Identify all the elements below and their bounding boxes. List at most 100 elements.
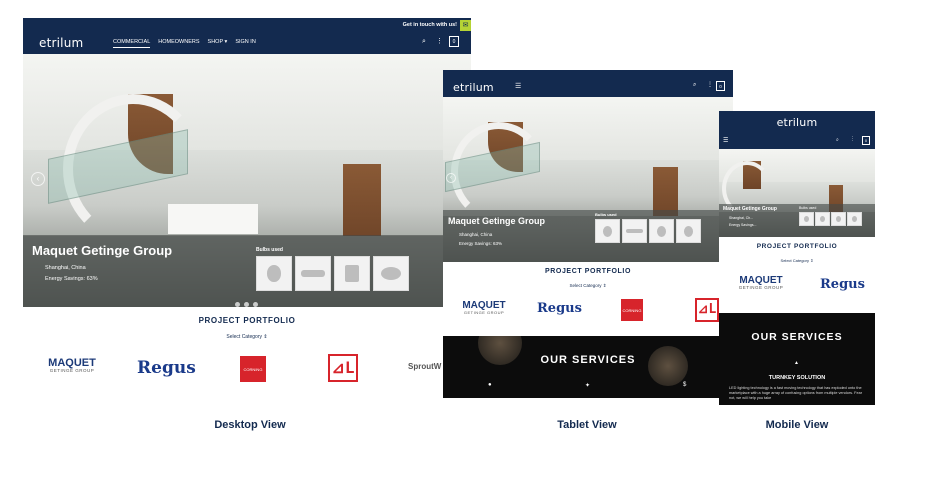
select-label: Select Category [226, 334, 262, 340]
search-icon[interactable]: ⌕ [693, 82, 696, 89]
mobile-hero: Maquet Getinge Group Shanghai, Ch... Ene… [719, 149, 875, 237]
cart-count: 0 [452, 38, 456, 45]
carousel-dots[interactable] [788, 233, 804, 237]
service-icon-3: $ [683, 382, 687, 388]
client-logo-al[interactable]: ⊿L [328, 354, 358, 382]
desktop-contact-text[interactable]: Get in touch with us! [403, 22, 460, 28]
bulb-thumb-1[interactable] [595, 219, 620, 243]
cart-icon[interactable]: 0 [862, 136, 870, 145]
project-title: Maquet Getinge Group [32, 243, 173, 258]
project-savings: Energy Savings: 63% [459, 241, 503, 246]
desktop-logo[interactable]: etrilum [39, 36, 83, 50]
service-icon-2: ✦ [585, 383, 591, 389]
project-savings: Energy Savings: 63% [45, 276, 98, 282]
project-overlay: Maquet Getinge Group Shanghai, China Ene… [443, 210, 733, 262]
hero-prev-arrow[interactable]: ‹ [446, 173, 456, 183]
tablet-hero: ‹ Maquet Getinge Group Shanghai, China E… [443, 97, 733, 262]
tablet-services-section: OUR SERVICES ● ✦ $ [443, 336, 733, 398]
hero-prev-arrow[interactable]: ‹ [31, 172, 45, 186]
tablet-category-select[interactable]: Select Category ⇕ [443, 283, 733, 289]
carousel-dots[interactable] [233, 294, 260, 307]
tablet-view: etrilum ☰ ⌕ ⋮ 0 ‹ Maquet Getinge Group S… [443, 70, 733, 398]
project-title: Maquet Getinge Group [448, 216, 546, 226]
client-logo-maquet[interactable]: MAQUET GETINGE GROUP [459, 301, 509, 315]
menu-icon[interactable]: ☰ [515, 82, 521, 90]
service-text: LED lighting technology is a fast moving… [729, 386, 862, 400]
mobile-logo[interactable]: etrilum [719, 116, 875, 129]
mobile-services-section: OUR SERVICES ▲ TURNKEY SOLUTION LED ligh… [719, 313, 875, 405]
desktop-navbar: Get in touch with us! ✉ etrilum COMMERCI… [23, 18, 471, 54]
service-heading: TURNKEY SOLUTION [768, 375, 826, 381]
bulb-thumb-2[interactable] [295, 256, 331, 291]
bulb-thumb-3[interactable] [334, 256, 370, 291]
client-logo-regus[interactable]: Regus [137, 358, 196, 378]
client-logo-maquet[interactable]: MAQUET GETINGE GROUP [733, 276, 789, 291]
tablet-caption: Tablet View [557, 419, 617, 431]
bulb-thumb-4[interactable] [373, 256, 409, 291]
desktop-hero: ‹ Maquet Getinge Group Shanghai, China E… [23, 54, 471, 307]
chevron-updown-icon: ⇕ [261, 334, 268, 340]
bulb-thumb-2[interactable] [815, 212, 830, 226]
tablet-logo[interactable]: etrilum [453, 81, 494, 94]
project-overlay: Maquet Getinge Group Shanghai, China Ene… [23, 235, 471, 307]
bulb-thumb-2[interactable] [622, 219, 647, 243]
service-icon: ▲ [794, 360, 799, 366]
cart-icon[interactable]: 0 [716, 81, 725, 91]
nav-shop[interactable]: SHOP ▾ [208, 39, 228, 48]
client-logo-corning[interactable]: CORNING [240, 356, 266, 382]
chevron-updown-icon: ⇕ [809, 258, 814, 263]
select-label: Select Category [780, 258, 809, 263]
project-savings: Energy Savings... [729, 223, 757, 227]
nav-homeowners[interactable]: HOMEOWNERS [158, 39, 199, 48]
bulb-thumb-4[interactable] [676, 219, 701, 243]
desktop-view: Get in touch with us! ✉ etrilum COMMERCI… [23, 18, 471, 400]
bulb-thumb-1[interactable] [799, 212, 814, 226]
client-logo-corning[interactable]: CORNING [621, 299, 643, 321]
project-location: Shanghai, Ch... [729, 216, 754, 220]
services-title: OUR SERVICES [540, 354, 636, 366]
bulb-thumb-1[interactable] [256, 256, 292, 291]
cart-count: 0 [719, 83, 722, 89]
cart-icon[interactable]: 0 [449, 36, 459, 47]
mail-icon[interactable]: ✉ [460, 19, 471, 31]
more-icon[interactable]: ⋮ [707, 81, 713, 88]
mobile-category-select[interactable]: Select Category ⇕ [719, 258, 875, 263]
bulbs-label: Bulbs used [799, 206, 817, 210]
bulb-thumb-3[interactable] [831, 212, 846, 226]
client-logo-maquet[interactable]: MAQUET GETINGE GROUP [43, 358, 101, 374]
desktop-caption: Desktop View [214, 419, 286, 431]
hero-desk [168, 204, 258, 234]
chevron-updown-icon: ⇕ [601, 283, 607, 288]
client-logo-sprout[interactable]: SproutW [408, 362, 441, 371]
search-icon[interactable]: ⌕ [422, 38, 426, 46]
bulb-thumb-3[interactable] [649, 219, 674, 243]
project-overlay: Maquet Getinge Group Shanghai, Ch... Ene… [719, 204, 875, 237]
more-icon[interactable]: ⋮ [850, 136, 855, 142]
services-bg-circle [648, 346, 688, 386]
desktop-category-select[interactable]: Select Category ⇕ [23, 334, 471, 340]
project-title: Maquet Getinge Group [723, 206, 777, 212]
select-label: Select Category [569, 283, 602, 288]
nav-shop-label: SHOP [207, 39, 224, 45]
desktop-nav: COMMERCIAL HOMEOWNERS SHOP ▾ SIGN IN [113, 39, 256, 48]
search-icon[interactable]: ⌕ [836, 137, 839, 143]
more-icon[interactable]: ⋮ [436, 37, 443, 45]
cart-count: 0 [864, 138, 868, 143]
desktop-portfolio-title: PROJECT PORTFOLIO [198, 316, 296, 325]
mobile-navbar: etrilum ☰ ⌕ ⋮ 0 [719, 111, 875, 149]
client-maquet-sub: GETINGE GROUP [49, 368, 95, 373]
client-logo-al[interactable]: ⊿L [695, 298, 719, 322]
tablet-navbar: etrilum ☰ ⌕ ⋮ 0 [443, 70, 733, 97]
menu-icon[interactable]: ☰ [723, 137, 728, 144]
mobile-view: etrilum ☰ ⌕ ⋮ 0 Maquet Getinge Group Sha… [719, 111, 875, 405]
client-logo-regus[interactable]: Regus [537, 301, 582, 316]
chevron-down-icon: ▾ [223, 39, 228, 45]
nav-commercial[interactable]: COMMERCIAL [113, 39, 151, 48]
mobile-caption: Mobile View [765, 419, 829, 431]
client-logo-regus[interactable]: Regus [820, 277, 865, 292]
service-icon-1: ● [488, 382, 492, 388]
hero-wood-column [343, 164, 381, 244]
bulb-thumb-4[interactable] [847, 212, 862, 226]
project-location: Shanghai, China [45, 265, 86, 271]
nav-signin[interactable]: SIGN IN [235, 39, 255, 48]
